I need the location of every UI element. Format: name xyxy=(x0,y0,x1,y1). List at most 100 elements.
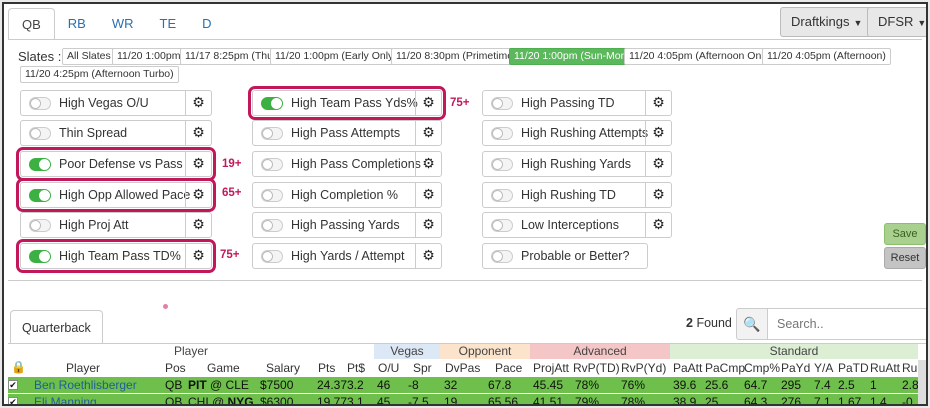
cell-pace: 67.8 xyxy=(488,378,512,392)
search-input[interactable] xyxy=(767,308,926,340)
tab-rb[interactable]: RB xyxy=(55,8,99,40)
group-header-player: Player xyxy=(173,344,208,358)
save-button[interactable]: Save xyxy=(884,223,926,245)
slate-button[interactable]: All Slates xyxy=(62,48,116,65)
slate-button[interactable]: 11/20 1:00pm (Early Only) xyxy=(270,48,402,65)
column-header-player[interactable]: Player xyxy=(66,360,100,376)
gear-icon[interactable]: ⚙ xyxy=(185,244,211,268)
gear-icon[interactable]: ⚙ xyxy=(415,91,441,115)
toggle-switch[interactable] xyxy=(261,219,283,232)
toggle-switch[interactable] xyxy=(29,189,51,202)
gear-icon[interactable]: ⚙ xyxy=(185,91,211,115)
gear-icon[interactable]: ⚙ xyxy=(645,213,671,237)
toggle-switch[interactable] xyxy=(261,250,283,263)
group-header-advanced: Advanced xyxy=(530,344,670,359)
column-header-ou[interactable]: O/U xyxy=(378,360,399,376)
column-header-pt-dollar[interactable]: Pt$ xyxy=(347,360,365,376)
gear-icon[interactable]: ⚙ xyxy=(645,152,671,176)
tab-wr[interactable]: WR xyxy=(99,8,147,40)
slate-button[interactable]: 11/20 1:00pm xyxy=(112,48,186,65)
column-header-spr[interactable]: Spr xyxy=(413,360,432,376)
toggle-switch[interactable] xyxy=(491,189,513,202)
column-header-cmp-pct[interactable]: Cmp% xyxy=(744,360,780,376)
gear-icon[interactable]: ⚙ xyxy=(415,121,441,145)
column-header-salary[interactable]: Salary xyxy=(266,360,300,376)
table-scrollbar[interactable] xyxy=(918,360,926,404)
slate-button-active[interactable]: 11/20 1:00pm (Sun-Mon) xyxy=(509,48,635,65)
column-header-ya[interactable]: Y/A xyxy=(814,360,833,376)
toggle-switch[interactable] xyxy=(29,97,51,110)
column-header-game[interactable]: Game xyxy=(207,360,240,376)
search-icon[interactable]: 🔍 xyxy=(736,308,768,340)
toggle-switch[interactable] xyxy=(29,158,51,171)
row-checkbox[interactable]: ✔ xyxy=(8,397,18,404)
projection-dropdown[interactable]: DFSR ▼ xyxy=(867,7,926,37)
column-header-ruatt[interactable]: RuAtt xyxy=(870,360,900,376)
game-opp: CLE xyxy=(225,378,249,392)
toggle-switch[interactable] xyxy=(491,219,513,232)
site-dropdown[interactable]: Draftkings ▼ xyxy=(780,7,874,37)
player-name-link[interactable]: Eli Manning xyxy=(34,394,97,404)
game-team: CHI xyxy=(188,395,209,406)
cell-pts: 24.37 xyxy=(317,378,348,392)
toggle-switch[interactable] xyxy=(261,158,283,171)
tab-te[interactable]: TE xyxy=(147,8,190,40)
filter-label: Poor Defense vs Pass xyxy=(59,157,183,171)
column-header-rvp-td[interactable]: RvP(TD) xyxy=(573,360,620,376)
filter-high-pass-attempts: High Pass Attempts ⚙ xyxy=(252,120,442,146)
column-header-payd[interactable]: PaYd xyxy=(781,360,810,376)
lock-icon[interactable]: 🔒 xyxy=(11,360,26,374)
caret-down-icon: ▼ xyxy=(853,18,863,28)
tab-quarterback[interactable]: Quarterback xyxy=(10,310,103,344)
toggle-switch[interactable] xyxy=(491,250,513,263)
cell-rvp-td: 78% xyxy=(575,378,600,392)
gear-icon[interactable]: ⚙ xyxy=(645,91,671,115)
column-header-dvpas[interactable]: DvPas xyxy=(445,360,480,376)
threshold-note: 75+ xyxy=(450,97,470,109)
slate-button[interactable]: 11/20 8:30pm (Primetime) xyxy=(391,48,522,65)
column-header-pos[interactable]: Pos xyxy=(165,360,186,376)
filter-label: High Passing Yards xyxy=(291,218,400,232)
gear-icon[interactable]: ⚙ xyxy=(185,183,211,207)
row-checkbox[interactable]: ✔ xyxy=(8,380,18,390)
slate-button[interactable]: 11/20 4:05pm (Afternoon Only) xyxy=(624,48,778,65)
toggle-switch[interactable] xyxy=(491,97,513,110)
cell-pt-dollar: 3.1 xyxy=(347,395,364,406)
gear-icon[interactable]: ⚙ xyxy=(415,244,441,268)
tab-qb[interactable]: QB xyxy=(8,8,55,40)
slate-button[interactable]: 11/20 4:25pm (Afternoon Turbo) xyxy=(20,66,179,83)
gear-icon[interactable]: ⚙ xyxy=(645,121,671,145)
gear-icon[interactable]: ⚙ xyxy=(185,121,211,145)
column-header-pts[interactable]: Pts xyxy=(318,360,335,376)
reset-button[interactable]: Reset xyxy=(884,247,926,269)
slate-button[interactable]: 11/20 4:05pm (Afternoon) xyxy=(762,48,891,65)
toggle-switch[interactable] xyxy=(261,127,283,140)
toggle-switch[interactable] xyxy=(491,127,513,140)
filter-high-pass-completions: High Pass Completions ⚙ xyxy=(252,151,442,177)
column-header-projatt[interactable]: ProjAtt xyxy=(533,360,569,376)
column-header-patd[interactable]: PaTD xyxy=(838,360,869,376)
toggle-switch[interactable] xyxy=(491,158,513,171)
column-header-pace[interactable]: Pace xyxy=(495,360,522,376)
game-team: PIT xyxy=(188,378,207,392)
gear-icon[interactable]: ⚙ xyxy=(415,213,441,237)
toggle-switch[interactable] xyxy=(29,127,51,140)
slate-button[interactable]: 11/17 8:25pm (Thu) xyxy=(180,48,282,65)
column-header-paatt[interactable]: PaAtt xyxy=(673,360,702,376)
tab-d[interactable]: D xyxy=(189,8,224,40)
gear-icon[interactable]: ⚙ xyxy=(645,183,671,207)
column-header-rvp-yd[interactable]: RvP(Yd) xyxy=(621,360,666,376)
gear-icon[interactable]: ⚙ xyxy=(415,183,441,207)
filter-label: High Pass Completions xyxy=(291,157,421,171)
gear-icon[interactable]: ⚙ xyxy=(415,152,441,176)
player-name-link[interactable]: Ben Roethlisberger xyxy=(34,377,137,393)
column-header-pacmp[interactable]: PaCmp xyxy=(705,360,745,376)
toggle-switch[interactable] xyxy=(29,219,51,232)
toggle-switch[interactable] xyxy=(261,189,283,202)
toggle-switch[interactable] xyxy=(29,250,51,263)
filter-high-team-pass-yds-pct: High Team Pass Yds% ⚙ xyxy=(248,86,446,120)
column-header-ru[interactable]: Ru xyxy=(902,360,918,376)
gear-icon[interactable]: ⚙ xyxy=(185,213,211,237)
gear-icon[interactable]: ⚙ xyxy=(185,152,211,176)
toggle-switch[interactable] xyxy=(261,97,283,110)
